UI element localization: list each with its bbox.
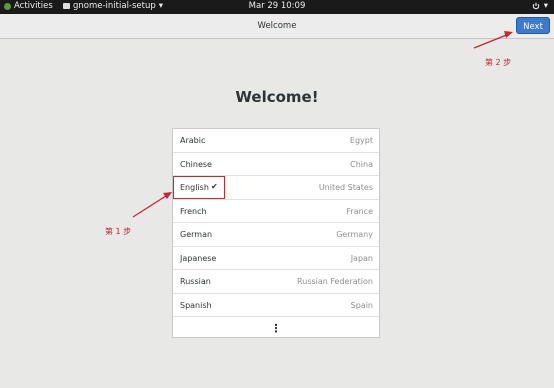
more-vertical-icon: ⋮ [270,322,282,335]
language-row-french[interactable]: French France [173,200,379,223]
annotation-arrowhead-step1 [163,192,172,199]
language-region: China [350,159,373,169]
language-name: Japanese [180,253,217,263]
language-region: United States [318,183,373,192]
language-list: Arabic Egypt Chinese China English ✔ Uni… [172,128,380,338]
language-name: Russian [180,277,211,286]
language-name: Chinese [180,159,212,169]
clock[interactable]: Mar 29 10:09 [0,1,554,11]
language-name: German [180,230,213,239]
language-row-russian[interactable]: Russian Russian Federation [173,270,379,294]
more-languages-button[interactable]: ⋮ [173,317,379,339]
language-name: French [180,206,207,216]
language-region: Spain [350,300,373,310]
page-title: Welcome! [235,88,319,106]
language-region: Japan [350,253,373,263]
language-name: Arabic [180,136,206,145]
chevron-down-icon: ▾ [543,1,548,11]
system-menu[interactable]: ▾ [532,1,548,11]
top-bar: Activities gnome-initial-setup ▾ Mar 29 … [0,0,554,14]
window-title: Welcome [257,21,297,31]
annotation-step1: 第 1 步 [105,227,132,236]
language-region: Russian Federation [297,277,373,286]
language-region: France [346,206,373,216]
header-bar: Welcome [0,14,554,39]
annotation-step2: 第 2 步 [485,58,512,67]
language-row-japanese[interactable]: Japanese Japan [173,247,379,270]
annotation-arrow-step1 [132,193,170,218]
language-row-chinese[interactable]: Chinese China [173,153,379,176]
language-row-german[interactable]: German Germany [173,223,379,247]
language-name: Spanish [180,300,212,310]
next-button[interactable]: Next [516,17,550,34]
annotation-highlight-box [173,176,225,199]
power-icon [532,2,539,10]
language-region: Germany [336,230,373,239]
language-region: Egypt [349,136,373,145]
language-row-spanish[interactable]: Spanish Spain [173,294,379,317]
language-row-arabic[interactable]: Arabic Egypt [173,129,379,153]
